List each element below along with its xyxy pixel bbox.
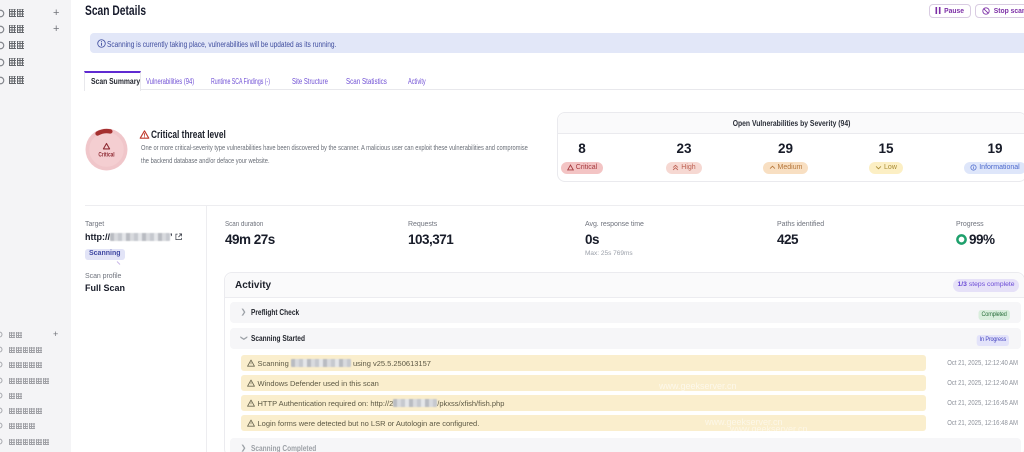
svg-text:Critical: Critical [98, 152, 115, 159]
